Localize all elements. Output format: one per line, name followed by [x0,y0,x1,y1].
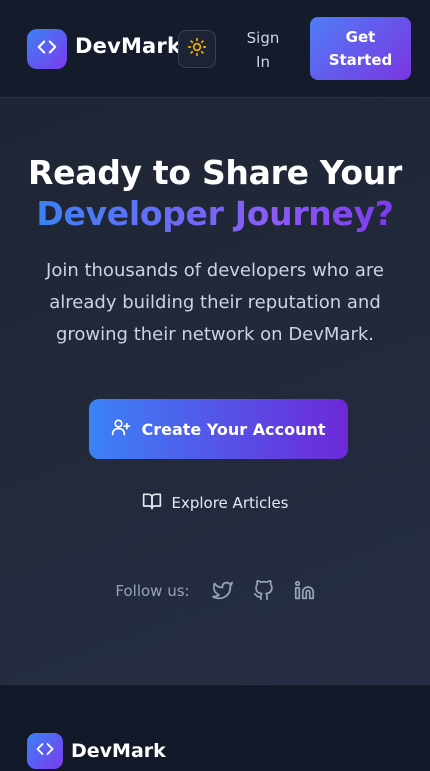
linkedin-icon[interactable] [294,580,315,601]
create-account-label: Create Your Account [141,419,326,439]
hero-headline-accent-text: Developer Journey? [36,194,394,233]
sign-in-link[interactable]: Sign In [238,26,288,74]
hero-headline-accent: Developer Journey? [0,193,430,235]
logo-badge[interactable] [27,29,67,69]
twitter-icon[interactable] [211,580,233,601]
top-nav: DevMark Sign In Get Started [0,0,430,98]
logo-text[interactable]: DevMark [75,34,181,58]
theme-toggle-button[interactable] [178,30,216,68]
book-open-icon [142,491,162,515]
explore-articles-label: Explore Articles [171,494,289,512]
code-brackets-icon [35,739,55,763]
github-icon[interactable] [253,580,274,601]
social-links: Follow us: [0,580,430,601]
follow-label: Follow us: [115,581,190,600]
footer-logo-badge[interactable] [27,733,63,769]
sun-icon [187,37,207,61]
create-account-button[interactable]: Create Your Account [89,399,348,459]
footer-logo-text[interactable]: DevMark [71,740,166,762]
explore-articles-link[interactable]: Explore Articles [0,491,430,515]
cta-section: Ready to Share Your Developer Journey? J… [0,98,430,684]
footer: DevMark [0,684,430,771]
user-plus-icon [111,417,131,441]
hero-headline: Ready to Share Your [28,153,402,192]
get-started-button[interactable]: Get Started [310,17,411,80]
hero-subtext: Join thousands of developers who are alr… [46,260,384,345]
code-brackets-icon [36,36,58,62]
